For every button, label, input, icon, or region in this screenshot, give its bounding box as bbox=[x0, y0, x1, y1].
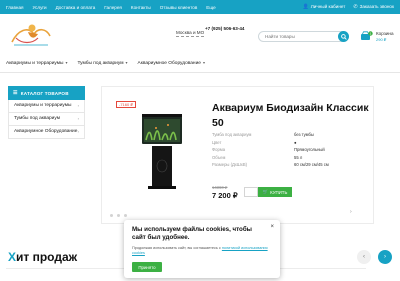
user-icon: 👤 bbox=[302, 4, 309, 10]
callback-link[interactable]: ✆ Заказать звонок bbox=[353, 4, 394, 10]
cookie-title: Мы используем файлы cookies, чтобы сайт … bbox=[132, 226, 252, 241]
slider-dot[interactable] bbox=[117, 214, 120, 217]
spec-key: Тумба под аквариум bbox=[212, 132, 252, 137]
cookie-text-body: Продолжая использовать сайт, вы соглашае… bbox=[132, 246, 221, 250]
chevron-down-icon: ▾ bbox=[125, 60, 128, 65]
site-logo[interactable] bbox=[8, 20, 54, 48]
chevron-right-icon: › bbox=[384, 254, 386, 260]
cart-label: Корзина bbox=[376, 31, 394, 36]
catnav-aquariums[interactable]: Аквариумы и террариумы ▾ bbox=[6, 60, 68, 66]
catnav-stands[interactable]: Тумбы под аквариум ▾ bbox=[78, 60, 128, 66]
top-nav-services[interactable]: Услуги bbox=[32, 5, 46, 10]
price: 7 200 ₽ bbox=[212, 191, 238, 200]
cart-sum: 290 ₽ bbox=[376, 36, 387, 42]
top-nav-gallery[interactable]: Галерея bbox=[104, 5, 122, 10]
spec-row: Тумба под аквариум без тумбы bbox=[212, 131, 362, 139]
cart-icon: 🛒 bbox=[262, 189, 269, 194]
quantity-stepper[interactable] bbox=[244, 187, 258, 197]
chevron-down-icon: ▾ bbox=[65, 60, 68, 65]
slider-dot[interactable] bbox=[124, 214, 127, 217]
top-nav-delivery[interactable]: Доставка и оплата bbox=[56, 5, 96, 10]
carousel-prev-button[interactable]: ‹ bbox=[357, 250, 371, 264]
product-specs: Тумба под аквариум без тумбы Цвет ● Форма П… bbox=[212, 131, 362, 169]
divider bbox=[0, 72, 400, 73]
top-nav-contacts[interactable]: Контакты bbox=[131, 5, 151, 10]
top-nav-home[interactable]: Главная bbox=[6, 5, 23, 10]
cart-label-block[interactable]: Корзина 290 ₽ bbox=[376, 31, 394, 42]
spec-value: 55 л bbox=[294, 154, 303, 160]
sidebar-item-equipment[interactable]: Аквариумное Оборудование › bbox=[8, 126, 85, 139]
spec-value: Прямоугольный bbox=[294, 147, 325, 152]
slider-dots bbox=[110, 214, 127, 217]
hit-accent: Х bbox=[8, 250, 17, 264]
cookie-popup: Мы используем файлы cookies, чтобы сайт … bbox=[124, 220, 280, 278]
search-input[interactable] bbox=[259, 32, 335, 41]
spec-row: Цвет ● bbox=[212, 139, 362, 147]
phone-number[interactable]: +7 (925) 506-63-44 bbox=[205, 26, 245, 32]
account-link[interactable]: 👤 Личный кабинет bbox=[303, 4, 346, 10]
spec-value: 60 см/29 см/45 см bbox=[294, 162, 329, 167]
spec-key: Форма bbox=[212, 147, 226, 152]
chevron-down-icon: ▾ bbox=[202, 60, 205, 65]
slider-dot[interactable] bbox=[110, 214, 113, 217]
chevron-right-icon: › bbox=[77, 103, 79, 108]
product-image[interactable] bbox=[128, 110, 196, 192]
search-button[interactable] bbox=[338, 31, 349, 42]
color-swatch[interactable]: ● bbox=[294, 139, 297, 147]
spec-key: Цвет bbox=[212, 139, 222, 145]
sidebar-item-label: Аквариумы и террариумы bbox=[14, 103, 72, 108]
cookie-text: Продолжая использовать сайт, вы соглашае… bbox=[132, 246, 272, 256]
spec-row: Форма Прямоугольный bbox=[212, 146, 362, 154]
category-nav: Аквариумы и террариумы ▾ Тумбы под аквари… bbox=[6, 60, 205, 66]
top-nav-more[interactable]: Еще bbox=[206, 5, 215, 10]
catalog-sidebar: ☰ КАТАЛОГ ТОВАРОВ Аквариумы и террариумы… bbox=[8, 86, 85, 139]
catnav-aquariums-label: Аквариумы и террариумы bbox=[6, 61, 64, 66]
old-price: 14360 ₽ bbox=[212, 185, 228, 190]
hit-sales-heading: Хит продаж bbox=[8, 250, 77, 264]
cart-icon[interactable]: 1 bbox=[360, 31, 373, 42]
catnav-equipment[interactable]: Аквариумное Оборудование ▾ bbox=[138, 60, 205, 66]
next-arrow-icon[interactable]: › bbox=[350, 209, 352, 215]
sidebar-item-label: Тумбы под аквариум bbox=[14, 116, 60, 121]
spec-row: Размеры (ДхШхВ) 60 см/29 см/45 см bbox=[212, 161, 362, 169]
phone-icon: ✆ bbox=[353, 4, 358, 10]
catalog-header[interactable]: ☰ КАТАЛОГ ТОВАРОВ bbox=[8, 86, 85, 100]
account-label: Личный кабинет bbox=[310, 4, 346, 9]
spec-key: Объем bbox=[212, 154, 226, 160]
catnav-equipment-label: Аквариумное Оборудование bbox=[137, 61, 201, 66]
menu-icon: ☰ bbox=[13, 90, 18, 96]
chevron-right-icon: › bbox=[77, 129, 79, 134]
chevron-right-icon: › bbox=[77, 116, 79, 121]
sidebar-item-stands[interactable]: Тумбы под аквариум › bbox=[8, 113, 85, 126]
top-bar: Главная Услуги Доставка и оплата Галерея… bbox=[0, 0, 400, 14]
carousel-next-button[interactable]: › bbox=[378, 250, 392, 264]
catalog-header-label: КАТАЛОГ ТОВАРОВ bbox=[20, 90, 69, 96]
top-nav: Главная Услуги Доставка и оплата Галерея… bbox=[6, 0, 216, 14]
close-icon[interactable]: × bbox=[270, 224, 274, 230]
buy-button[interactable]: 🛒 КУПИТЬ bbox=[258, 187, 292, 197]
sidebar-item-aquariums[interactable]: Аквариумы и террариумы › bbox=[8, 100, 85, 113]
cookie-accept-button[interactable]: Принято bbox=[132, 262, 162, 272]
city-selector[interactable]: Москва и МО bbox=[176, 30, 205, 37]
top-nav-reviews[interactable]: Отзывы клиентов bbox=[160, 5, 198, 10]
hit-rest: ит продаж bbox=[16, 250, 78, 264]
catnav-stands-label: Тумбы под аквариум bbox=[77, 61, 124, 66]
product-title: Аквариум Биодизайн Классик 50 bbox=[212, 102, 369, 129]
buy-label: КУПИТЬ bbox=[270, 189, 288, 195]
spec-key: Размеры (ДхШхВ) bbox=[212, 162, 248, 167]
top-right: 👤 Личный кабинет ✆ Заказать звонок bbox=[303, 0, 394, 14]
discount-badge: -7160 ₽ bbox=[116, 101, 136, 108]
search-box bbox=[258, 31, 348, 42]
search-icon bbox=[340, 33, 347, 40]
sidebar-item-label: Аквариумное Оборудование bbox=[14, 129, 78, 134]
spec-value[interactable]: без тумбы bbox=[294, 131, 314, 139]
spec-row: Объем 55 л bbox=[212, 154, 362, 162]
chevron-left-icon: ‹ bbox=[363, 254, 365, 260]
callback-label: Заказать звонок bbox=[359, 4, 394, 9]
